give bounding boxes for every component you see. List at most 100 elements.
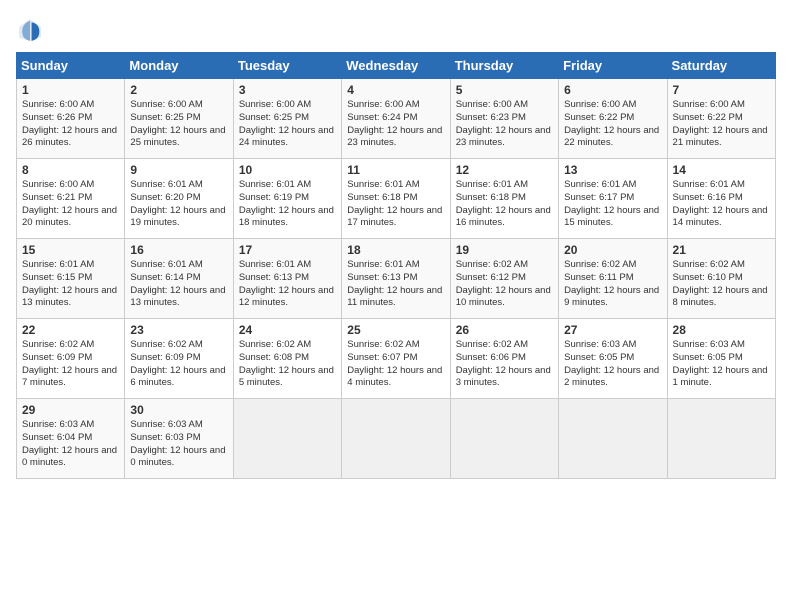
day-info: Sunrise: 6:01 AMSunset: 6:13 PMDaylight:… — [239, 259, 336, 310]
calendar-cell: 4 Sunrise: 6:00 AMSunset: 6:24 PMDaylight… — [342, 79, 450, 159]
day-number: 27 — [564, 323, 661, 337]
calendar-cell — [342, 399, 450, 479]
calendar-week-row: 29 Sunrise: 6:03 AMSunset: 6:04 PMDayligh… — [17, 399, 776, 479]
day-number: 25 — [347, 323, 444, 337]
day-number: 15 — [22, 243, 119, 257]
day-info: Sunrise: 6:00 AMSunset: 6:24 PMDaylight:… — [347, 99, 444, 150]
calendar-header-friday: Friday — [559, 53, 667, 79]
calendar-week-row: 8 Sunrise: 6:00 AMSunset: 6:21 PMDaylight… — [17, 159, 776, 239]
calendar-table: SundayMondayTuesdayWednesdayThursdayFrid… — [16, 52, 776, 479]
day-info: Sunrise: 6:02 AMSunset: 6:07 PMDaylight:… — [347, 339, 444, 390]
calendar-cell: 26Sunrise: 6:02 AMSunset: 6:06 PMDayligh… — [450, 319, 558, 399]
day-number: 12 — [456, 163, 553, 177]
calendar-cell: 18Sunrise: 6:01 AMSunset: 6:13 PMDayligh… — [342, 239, 450, 319]
day-info: Sunrise: 6:02 AMSunset: 6:09 PMDaylight:… — [22, 339, 119, 390]
logo-icon — [16, 16, 44, 44]
day-info: Sunrise: 6:01 AMSunset: 6:17 PMDaylight:… — [564, 179, 661, 230]
calendar-cell — [450, 399, 558, 479]
calendar-cell — [233, 399, 341, 479]
day-number: 30 — [130, 403, 227, 417]
day-info: Sunrise: 6:01 AMSunset: 6:13 PMDaylight:… — [347, 259, 444, 310]
day-number: 3 — [239, 83, 336, 97]
calendar-week-row: 22 Sunrise: 6:02 AMSunset: 6:09 PMDayligh… — [17, 319, 776, 399]
calendar-cell: 29 Sunrise: 6:03 AMSunset: 6:04 PMDayligh… — [17, 399, 125, 479]
calendar-cell: 6 Sunrise: 6:00 AMSunset: 6:22 PMDaylight… — [559, 79, 667, 159]
day-number: 4 — [347, 83, 444, 97]
day-info: Sunrise: 6:03 AMSunset: 6:04 PMDaylight:… — [22, 419, 119, 470]
day-number: 19 — [456, 243, 553, 257]
calendar-cell: 28 Sunrise: 6:03 AMSunset: 6:05 PMDayligh… — [667, 319, 775, 399]
calendar-cell: 10 Sunrise: 6:01 AMSunset: 6:19 PMDayligh… — [233, 159, 341, 239]
calendar-cell: 8 Sunrise: 6:00 AMSunset: 6:21 PMDaylight… — [17, 159, 125, 239]
calendar-cell: 7 Sunrise: 6:00 AMSunset: 6:22 PMDaylight… — [667, 79, 775, 159]
day-info: Sunrise: 6:00 AMSunset: 6:25 PMDaylight:… — [130, 99, 227, 150]
day-number: 20 — [564, 243, 661, 257]
day-number: 10 — [239, 163, 336, 177]
calendar-week-row: 1 Sunrise: 6:00 AMSunset: 6:26 PMDaylight… — [17, 79, 776, 159]
day-info: Sunrise: 6:01 AMSunset: 6:19 PMDaylight:… — [239, 179, 336, 230]
calendar-cell: 25 Sunrise: 6:02 AMSunset: 6:07 PMDayligh… — [342, 319, 450, 399]
day-info: Sunrise: 6:01 AMSunset: 6:20 PMDaylight:… — [130, 179, 227, 230]
calendar-header-row: SundayMondayTuesdayWednesdayThursdayFrid… — [17, 53, 776, 79]
day-number: 1 — [22, 83, 119, 97]
calendar-cell — [667, 399, 775, 479]
day-info: Sunrise: 6:02 AMSunset: 6:12 PMDaylight:… — [456, 259, 553, 310]
calendar-cell: 17 Sunrise: 6:01 AMSunset: 6:13 PMDayligh… — [233, 239, 341, 319]
logo — [16, 16, 48, 44]
day-number: 2 — [130, 83, 227, 97]
calendar-cell: 1 Sunrise: 6:00 AMSunset: 6:26 PMDaylight… — [17, 79, 125, 159]
day-info: Sunrise: 6:02 AMSunset: 6:08 PMDaylight:… — [239, 339, 336, 390]
calendar-cell: 21Sunrise: 6:02 AMSunset: 6:10 PMDayligh… — [667, 239, 775, 319]
day-info: Sunrise: 6:00 AMSunset: 6:26 PMDaylight:… — [22, 99, 119, 150]
day-info: Sunrise: 6:00 AMSunset: 6:22 PMDaylight:… — [564, 99, 661, 150]
day-number: 11 — [347, 163, 444, 177]
day-info: Sunrise: 6:00 AMSunset: 6:22 PMDaylight:… — [673, 99, 770, 150]
calendar-cell: 12 Sunrise: 6:01 AMSunset: 6:18 PMDayligh… — [450, 159, 558, 239]
day-info: Sunrise: 6:01 AMSunset: 6:14 PMDaylight:… — [130, 259, 227, 310]
calendar-cell: 16 Sunrise: 6:01 AMSunset: 6:14 PMDayligh… — [125, 239, 233, 319]
day-number: 16 — [130, 243, 227, 257]
day-info: Sunrise: 6:01 AMSunset: 6:16 PMDaylight:… — [673, 179, 770, 230]
day-number: 7 — [673, 83, 770, 97]
day-info: Sunrise: 6:01 AMSunset: 6:18 PMDaylight:… — [456, 179, 553, 230]
calendar-header-monday: Monday — [125, 53, 233, 79]
calendar-cell: 30 Sunrise: 6:03 AMSunset: 6:03 PMDayligh… — [125, 399, 233, 479]
day-info: Sunrise: 6:03 AMSunset: 6:05 PMDaylight:… — [673, 339, 770, 390]
calendar-cell: 14Sunrise: 6:01 AMSunset: 6:16 PMDayligh… — [667, 159, 775, 239]
day-info: Sunrise: 6:00 AMSunset: 6:21 PMDaylight:… — [22, 179, 119, 230]
calendar-cell: 24Sunrise: 6:02 AMSunset: 6:08 PMDayligh… — [233, 319, 341, 399]
calendar-header-tuesday: Tuesday — [233, 53, 341, 79]
calendar-cell — [559, 399, 667, 479]
calendar-cell: 9 Sunrise: 6:01 AMSunset: 6:20 PMDaylight… — [125, 159, 233, 239]
day-number: 17 — [239, 243, 336, 257]
calendar-header-saturday: Saturday — [667, 53, 775, 79]
day-info: Sunrise: 6:00 AMSunset: 6:25 PMDaylight:… — [239, 99, 336, 150]
day-number: 28 — [673, 323, 770, 337]
day-number: 6 — [564, 83, 661, 97]
day-number: 5 — [456, 83, 553, 97]
day-info: Sunrise: 6:01 AMSunset: 6:18 PMDaylight:… — [347, 179, 444, 230]
calendar-cell: 13 Sunrise: 6:01 AMSunset: 6:17 PMDayligh… — [559, 159, 667, 239]
day-info: Sunrise: 6:00 AMSunset: 6:23 PMDaylight:… — [456, 99, 553, 150]
day-number: 9 — [130, 163, 227, 177]
calendar-cell: 15 Sunrise: 6:01 AMSunset: 6:15 PMDayligh… — [17, 239, 125, 319]
calendar-body: 1 Sunrise: 6:00 AMSunset: 6:26 PMDaylight… — [17, 79, 776, 479]
day-number: 23 — [130, 323, 227, 337]
calendar-cell: 20Sunrise: 6:02 AMSunset: 6:11 PMDayligh… — [559, 239, 667, 319]
calendar-week-row: 15 Sunrise: 6:01 AMSunset: 6:15 PMDayligh… — [17, 239, 776, 319]
page-header — [16, 16, 776, 44]
day-info: Sunrise: 6:02 AMSunset: 6:10 PMDaylight:… — [673, 259, 770, 310]
day-info: Sunrise: 6:03 AMSunset: 6:03 PMDaylight:… — [130, 419, 227, 470]
calendar-cell: 2 Sunrise: 6:00 AMSunset: 6:25 PMDaylight… — [125, 79, 233, 159]
calendar-cell: 22 Sunrise: 6:02 AMSunset: 6:09 PMDayligh… — [17, 319, 125, 399]
calendar-cell: 11 Sunrise: 6:01 AMSunset: 6:18 PMDayligh… — [342, 159, 450, 239]
day-number: 29 — [22, 403, 119, 417]
day-info: Sunrise: 6:01 AMSunset: 6:15 PMDaylight:… — [22, 259, 119, 310]
calendar-header-thursday: Thursday — [450, 53, 558, 79]
day-number: 22 — [22, 323, 119, 337]
day-number: 8 — [22, 163, 119, 177]
calendar-cell: 23 Sunrise: 6:02 AMSunset: 6:09 PMDayligh… — [125, 319, 233, 399]
day-info: Sunrise: 6:02 AMSunset: 6:09 PMDaylight:… — [130, 339, 227, 390]
day-number: 13 — [564, 163, 661, 177]
calendar-header-wednesday: Wednesday — [342, 53, 450, 79]
